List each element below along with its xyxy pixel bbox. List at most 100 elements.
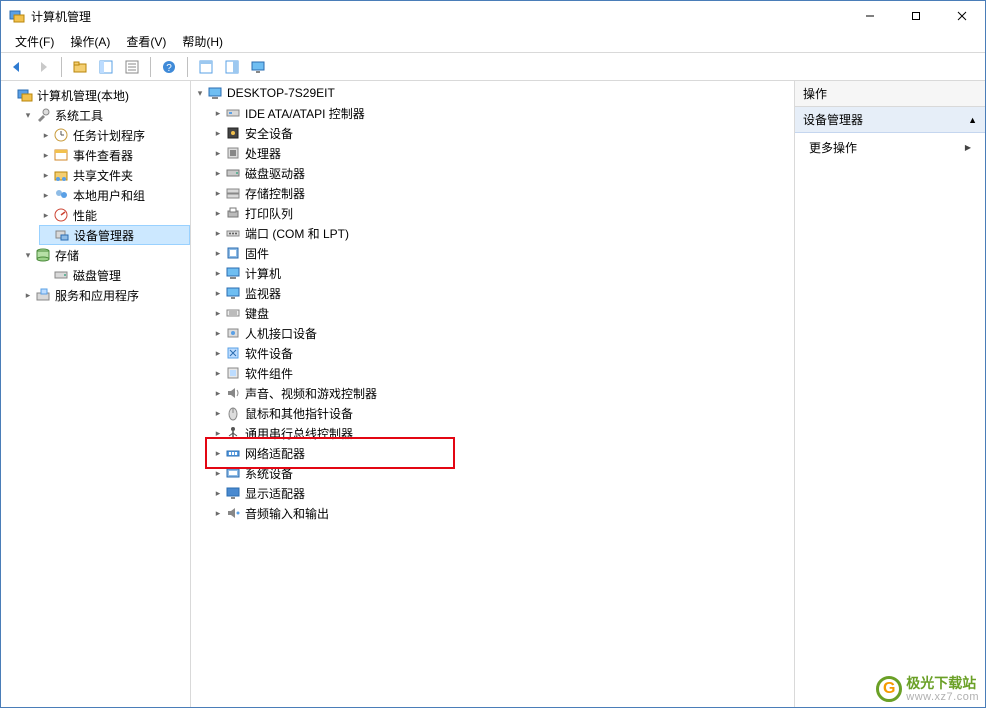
maximize-button[interactable] [893,1,939,31]
device-item[interactable]: ▸通用串行总线控制器 [211,423,794,443]
device-item-label: 键盘 [245,305,269,322]
device-item[interactable]: ▸声音、视频和游戏控制器 [211,383,794,403]
expand-icon[interactable]: ▸ [211,206,225,220]
toolbar: ? [1,53,985,81]
expand-icon[interactable]: ▸ [39,148,53,162]
services-apps-node[interactable]: ▸ 服务和应用程序 [21,285,190,305]
device-item[interactable]: ▸ 网络适配器 [211,443,794,463]
tree-toggle-button[interactable] [194,56,218,78]
device-item-label: 端口 (COM 和 LPT) [245,225,349,242]
expand-icon[interactable]: ▸ [211,486,225,500]
actions-section[interactable]: 设备管理器 ▲ [795,107,985,133]
device-pane: ▾ DESKTOP-7S29EIT ▸IDE ATA/ATAPI 控制器▸安全设… [191,81,795,707]
device-item[interactable]: ▸软件组件 [211,363,794,383]
expand-icon[interactable]: ▸ [211,506,225,520]
mgmt-tree: 计算机管理(本地) ▾ 系统工具 ▸任务计划程序 ▸事件查看器 [1,85,190,305]
minimize-button[interactable] [847,1,893,31]
expand-icon[interactable]: ▸ [39,188,53,202]
device-item[interactable]: ▸存储控制器 [211,183,794,203]
device-item[interactable]: ▸安全设备 [211,123,794,143]
expand-icon[interactable]: ▸ [211,286,225,300]
collapse-icon[interactable]: ▾ [21,248,35,262]
device-manager-node[interactable]: 设备管理器 [39,225,190,245]
monitor-button[interactable] [246,56,270,78]
collapse-icon[interactable]: ▾ [193,86,207,100]
device-item-label: 监视器 [245,285,281,302]
device-item[interactable]: ▸IDE ATA/ATAPI 控制器 [211,103,794,123]
device-item[interactable]: ▸显示适配器 [211,483,794,503]
expand-icon[interactable]: ▸ [211,186,225,200]
actions-toggle-button[interactable] [220,56,244,78]
expand-icon[interactable]: ▸ [211,266,225,280]
computer-icon [225,265,241,281]
tree-root-label: 计算机管理(本地) [37,87,129,104]
menu-help[interactable]: 帮助(H) [174,31,231,52]
expand-icon[interactable]: ▸ [39,128,53,142]
shared-folder-icon [53,167,69,183]
expand-icon[interactable]: ▸ [211,466,225,480]
expand-icon[interactable]: ▸ [211,386,225,400]
more-actions-link[interactable]: 更多操作 ▶ [795,133,985,162]
local-users-node[interactable]: ▸本地用户和组 [39,185,190,205]
expand-icon[interactable]: ▸ [211,246,225,260]
tree-root[interactable]: 计算机管理(本地) [3,85,190,105]
device-item-label: 音频输入和输出 [245,505,329,522]
expand-icon[interactable]: ▸ [21,288,35,302]
mouse-icon [225,405,241,421]
expand-icon[interactable]: ▸ [211,346,225,360]
device-item[interactable]: ▸ 键盘 [211,303,794,323]
back-button[interactable] [5,56,29,78]
help-button[interactable]: ? [157,56,181,78]
expand-icon[interactable]: ▸ [211,326,225,340]
expand-icon[interactable]: ▸ [211,166,225,180]
expand-icon[interactable]: ▸ [211,126,225,140]
device-item[interactable]: ▸ 音频输入和输出 [211,503,794,523]
cpu-icon [225,145,241,161]
properties-button[interactable] [120,56,144,78]
expand-icon[interactable]: ▸ [211,106,225,120]
up-button[interactable] [68,56,92,78]
system-tools-node[interactable]: ▾ 系统工具 [21,105,190,125]
device-item[interactable]: ▸鼠标和其他指针设备 [211,403,794,423]
collapse-caret-icon: ▲ [968,115,977,125]
task-scheduler-node[interactable]: ▸任务计划程序 [39,125,190,145]
device-item[interactable]: ▸软件设备 [211,343,794,363]
perf-icon [53,207,69,223]
disk-mgmt-node[interactable]: 磁盘管理 [39,265,190,285]
expand-icon[interactable]: ▸ [211,306,225,320]
expand-icon[interactable]: ▸ [211,446,225,460]
menu-view[interactable]: 查看(V) [118,31,174,52]
expand-icon[interactable]: ▸ [211,146,225,160]
device-item[interactable]: ▸计算机 [211,263,794,283]
shared-folders-node[interactable]: ▸共享文件夹 [39,165,190,185]
forward-button[interactable] [31,56,55,78]
device-item[interactable]: ▸磁盘驱动器 [211,163,794,183]
device-item[interactable]: ▸固件 [211,243,794,263]
close-button[interactable] [939,1,985,31]
performance-node[interactable]: ▸性能 [39,205,190,225]
expand-icon[interactable]: ▸ [39,168,53,182]
showhide-button[interactable] [94,56,118,78]
expand-icon[interactable]: ▸ [211,426,225,440]
device-item[interactable]: ▸处理器 [211,143,794,163]
expand-icon[interactable]: ▸ [211,226,225,240]
menu-file[interactable]: 文件(F) [7,31,62,52]
left-pane: 计算机管理(本地) ▾ 系统工具 ▸任务计划程序 ▸事件查看器 [1,81,191,707]
device-root[interactable]: ▾ DESKTOP-7S29EIT [193,83,794,103]
expand-icon[interactable]: ▸ [211,406,225,420]
device-item[interactable]: ▸系统设备 [211,463,794,483]
device-item[interactable]: ▸ 端口 (COM 和 LPT) [211,223,794,243]
device-item[interactable]: ▸人机接口设备 [211,323,794,343]
event-viewer-node[interactable]: ▸事件查看器 [39,145,190,165]
monitor-icon [225,285,241,301]
keyboard-icon [225,305,241,321]
device-item-label: 网络适配器 [245,445,305,462]
device-item[interactable]: ▸打印队列 [211,203,794,223]
storage-node[interactable]: ▾ 存储 [21,245,190,265]
device-item[interactable]: ▸ 监视器 [211,283,794,303]
menu-action[interactable]: 操作(A) [62,31,118,52]
collapse-icon[interactable]: ▾ [21,108,35,122]
expand-icon[interactable]: ▸ [39,208,53,222]
window-title: 计算机管理 [31,8,847,25]
expand-icon[interactable]: ▸ [211,366,225,380]
